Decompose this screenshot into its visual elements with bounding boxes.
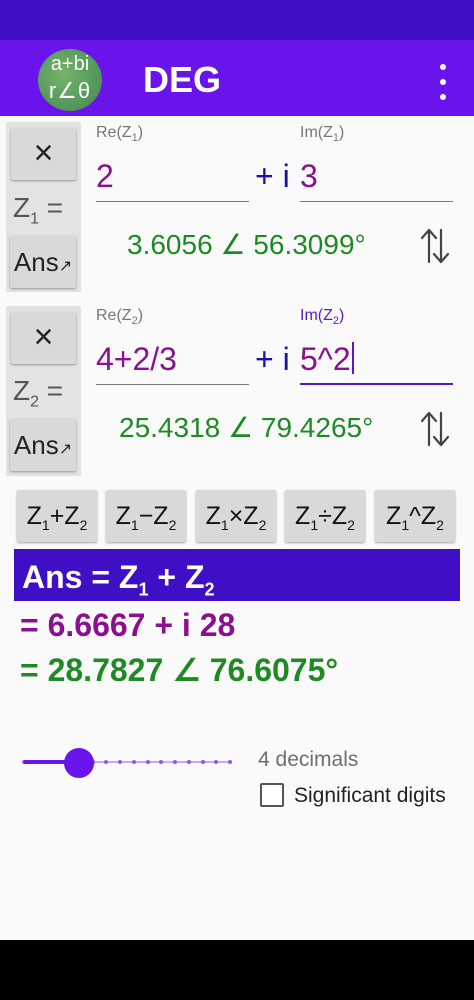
subtract-button[interactable]: Z1−Z2: [106, 490, 186, 542]
z2-real-underline: [96, 384, 249, 385]
significant-digits-label[interactable]: Significant digits: [294, 784, 446, 808]
z1-imag-input[interactable]: 3: [300, 156, 318, 196]
slider-step-dot: [200, 760, 205, 764]
z1-real-underline: [96, 201, 249, 202]
significant-digits-checkbox[interactable]: [260, 783, 284, 807]
logo-line-1: a+bi: [50, 53, 90, 75]
ans-label: Ans: [13, 430, 59, 460]
multiply-button[interactable]: Z1×Z2: [196, 490, 276, 542]
slider-step-dot: [145, 760, 150, 764]
z1-im-label: Im(Z1): [300, 124, 345, 145]
decimals-label: 4 decimals: [258, 748, 359, 771]
navigation-bar: [0, 940, 474, 1000]
app-logo: a+bi r∠θ: [38, 49, 102, 111]
z2-plus-i: + i: [255, 341, 290, 377]
z1-imag-underline: [300, 201, 453, 202]
swap-vertical-icon[interactable]: [420, 409, 450, 449]
z2-imag-input[interactable]: 5^2: [300, 339, 354, 379]
z2-ans-button[interactable]: Ans↗: [10, 419, 76, 471]
text-cursor: [351, 342, 354, 374]
z1-real-input[interactable]: 2: [96, 156, 114, 196]
result-polar: = 28.7827 ∠ 76.6075°: [20, 652, 339, 688]
z2-label: Z2 =: [13, 375, 64, 411]
arrow-up-right-icon: ↗: [58, 258, 73, 275]
more-vert-icon[interactable]: [432, 64, 454, 100]
z1-ans-button[interactable]: Ans↗: [10, 236, 76, 288]
decimals-slider-thumb[interactable]: [63, 748, 94, 778]
z1-plus-i: + i: [255, 158, 290, 194]
slider-step-dot: [186, 760, 191, 764]
z2-polar-form: 25.4318 ∠ 79.4265°: [119, 412, 374, 443]
logo-line-2: r∠θ: [48, 78, 92, 103]
result-rectangular: = 6.6667 + i 28: [20, 607, 236, 643]
status-bar: [0, 0, 474, 40]
z2-re-label: Re(Z2): [96, 307, 144, 328]
power-button[interactable]: Z1^Z2: [375, 490, 455, 542]
z2-imag-underline: [300, 383, 453, 385]
ans-label: Ans: [13, 247, 59, 277]
slider-step-dot: [131, 760, 136, 764]
divide-button[interactable]: Z1÷Z2: [285, 490, 365, 542]
slider-step-dot: [228, 760, 232, 764]
z1-clear-button[interactable]: ×: [11, 128, 76, 180]
z2-clear-button[interactable]: ×: [11, 312, 76, 364]
z1-label: Z1 =: [13, 192, 64, 228]
z1-polar-form: 3.6056 ∠ 56.3099°: [127, 229, 366, 260]
add-button[interactable]: Z1+Z2: [17, 490, 97, 542]
swap-vertical-icon[interactable]: [420, 226, 450, 266]
result-header: Ans = Z1 + Z2: [14, 549, 460, 601]
z2-real-input[interactable]: 4+2/3: [96, 339, 177, 379]
angle-mode-title[interactable]: DEG: [143, 58, 221, 102]
arrow-up-right-icon: ↗: [58, 441, 73, 458]
z2-im-label: Im(Z2): [300, 307, 345, 328]
z1-re-label: Re(Z1): [96, 124, 144, 145]
